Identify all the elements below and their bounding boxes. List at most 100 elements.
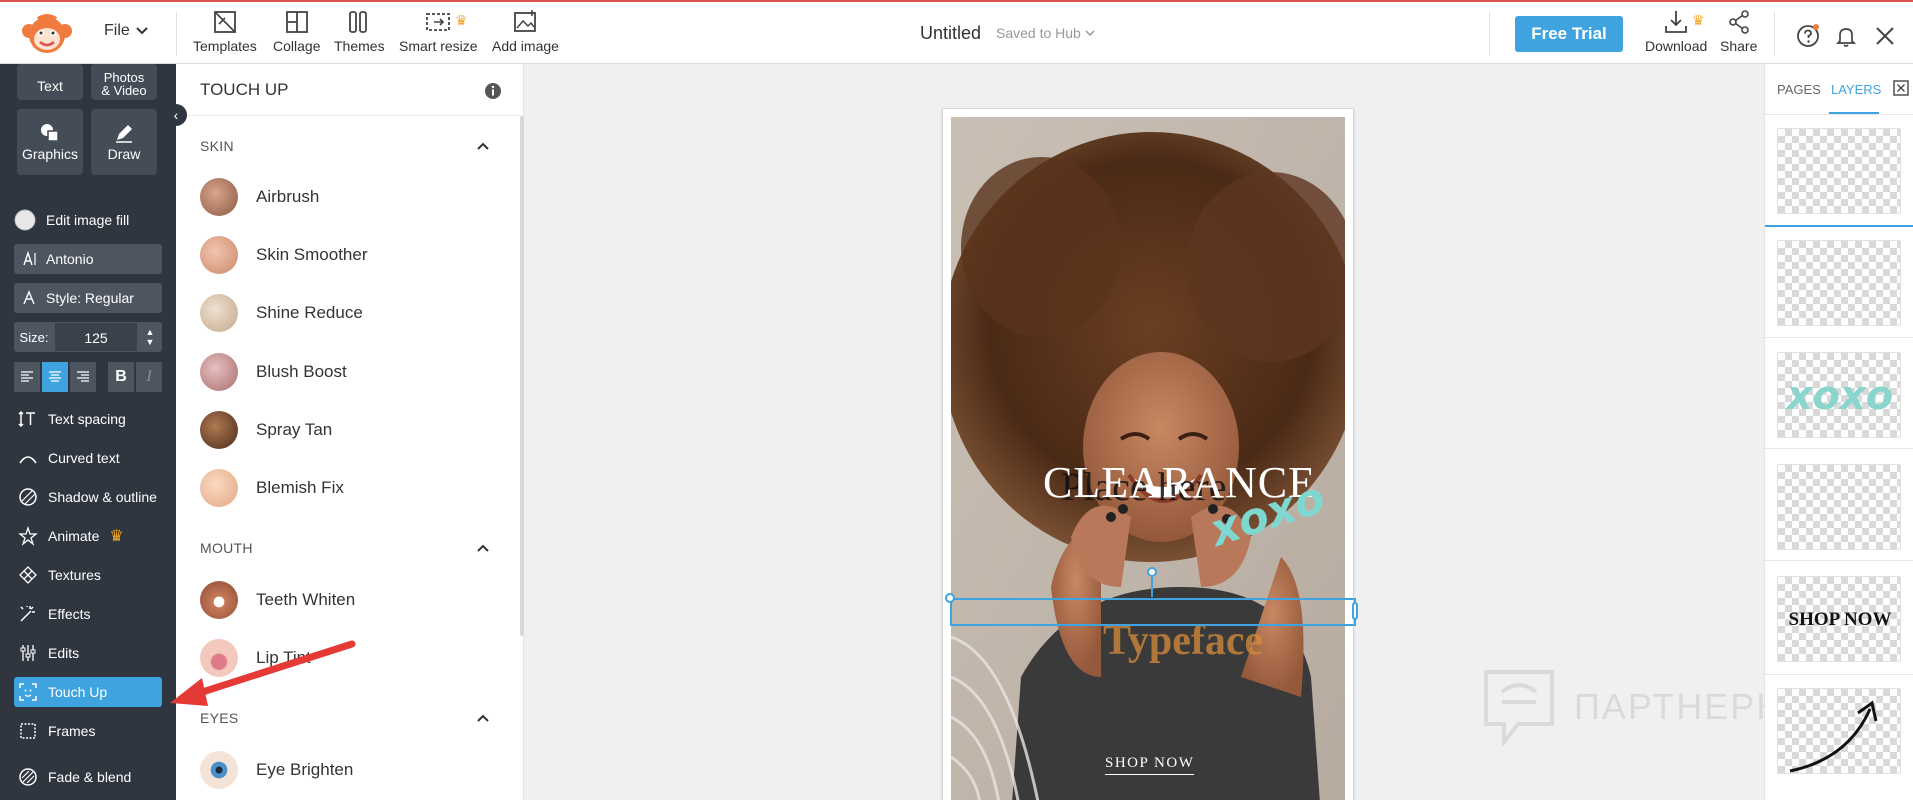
layer-thumbnail[interactable] xyxy=(1777,240,1901,326)
touch-up-face-icon xyxy=(19,683,37,701)
tool-blush-boost[interactable]: Blush Boost xyxy=(200,352,347,392)
help-icon[interactable] xyxy=(1796,24,1820,48)
selection-handle-left[interactable] xyxy=(945,593,955,603)
tab-layers[interactable]: LAYERS xyxy=(1831,82,1881,97)
sidebar-item-fade-blend[interactable]: Fade & blend xyxy=(14,762,162,792)
layer-preview: SHOP NOW xyxy=(1778,577,1900,661)
free-trial-button[interactable]: Free Trial xyxy=(1515,16,1623,52)
font-selector[interactable]: Antonio xyxy=(14,244,162,274)
tool-spray-tan[interactable]: Spray Tan xyxy=(200,410,332,450)
section-title: SKIN xyxy=(200,138,234,154)
rotate-handle[interactable] xyxy=(1147,567,1157,577)
file-menu-label: File xyxy=(104,22,130,39)
section-header-skin[interactable]: SKIN xyxy=(200,138,490,154)
add-image-button[interactable]: Add image xyxy=(492,8,559,54)
sidebar-item-effects[interactable]: Effects xyxy=(14,599,162,629)
sidebar-item-text-spacing[interactable]: Text spacing xyxy=(14,404,162,434)
share-icon xyxy=(1728,10,1749,34)
close-panel-icon[interactable] xyxy=(1893,80,1909,96)
tab-pages[interactable]: PAGES xyxy=(1777,82,1821,97)
sidebar-item-label: Touch Up xyxy=(48,684,108,700)
sidebar-item-label: Fade & blend xyxy=(48,769,132,785)
divider xyxy=(1765,674,1913,675)
tool-blemish-fix[interactable]: Blemish Fix xyxy=(200,468,344,508)
section-header-mouth[interactable]: MOUTH xyxy=(200,540,490,556)
sidebar-item-animate[interactable]: Animate ♛ xyxy=(14,521,162,551)
font-style-selector[interactable]: Style: Regular xyxy=(14,283,162,313)
align-center-button[interactable] xyxy=(42,362,68,392)
chevron-down-icon[interactable]: ▼ xyxy=(146,337,155,347)
templates-button[interactable]: Templates xyxy=(193,8,257,54)
sidebar-item-textures[interactable]: Textures xyxy=(14,560,162,590)
document-title[interactable]: Untitled xyxy=(920,23,981,44)
canvas-cta-text[interactable]: SHOP NOW xyxy=(1105,755,1195,775)
divider xyxy=(1774,12,1775,56)
tool-airbrush[interactable]: Airbrush xyxy=(200,177,319,217)
font-icon xyxy=(23,251,36,266)
share-button[interactable]: Share xyxy=(1720,8,1757,54)
close-icon[interactable] xyxy=(1873,24,1897,48)
draw-button[interactable]: Draw xyxy=(91,109,157,175)
font-size-stepper[interactable]: ▲ ▼ xyxy=(138,322,162,352)
text-tool-button[interactable]: Text xyxy=(17,64,83,100)
align-center-icon xyxy=(49,371,61,382)
themes-button[interactable]: Themes xyxy=(334,8,385,54)
section-header-eyes[interactable]: EYES xyxy=(200,710,490,726)
tool-eye-brighten[interactable]: Eye Brighten xyxy=(200,750,353,790)
sidebar-item-curved-text[interactable]: Curved text xyxy=(14,443,162,473)
sidebar-item-shadow-outline[interactable]: Shadow & outline xyxy=(14,482,162,512)
sidebar-item-edits[interactable]: Edits xyxy=(14,638,162,668)
font-label: Antonio xyxy=(46,251,94,267)
layer-thumbnail[interactable]: xoxo xyxy=(1777,352,1901,438)
font-style-icon xyxy=(23,290,35,305)
notifications-bell-icon[interactable] xyxy=(1834,24,1858,48)
add-image-label: Add image xyxy=(492,38,559,54)
design-page[interactable]: Place here CLEARANCE xoxo Typeface SHOP … xyxy=(942,108,1354,800)
graphics-button[interactable]: Graphics xyxy=(17,109,83,175)
italic-button[interactable]: I xyxy=(136,362,162,392)
collage-label: Collage xyxy=(273,38,321,54)
tool-skin-smoother[interactable]: Skin Smoother xyxy=(200,235,368,275)
file-menu[interactable]: File xyxy=(104,22,148,40)
layer-thumbnail[interactable] xyxy=(1777,464,1901,550)
panel-title: TOUCH UP xyxy=(200,80,289,99)
collapse-sidebar-button[interactable]: ‹ xyxy=(165,104,187,126)
sidebar-item-frames[interactable]: Frames xyxy=(14,716,162,746)
saved-status-dropdown[interactable]: Saved to Hub xyxy=(996,25,1095,41)
layer-thumbnail[interactable]: SHOP NOW xyxy=(1777,576,1901,662)
background-photo[interactable]: Place here CLEARANCE xoxo Typeface SHOP … xyxy=(951,117,1345,800)
text-selection-box[interactable] xyxy=(950,598,1356,626)
layer-thumbnail[interactable] xyxy=(1777,128,1901,214)
frames-icon xyxy=(20,723,36,739)
sidebar-item-label: Text spacing xyxy=(48,411,126,427)
templates-icon xyxy=(214,11,236,33)
download-button[interactable]: Download ♛ xyxy=(1645,8,1707,54)
tool-teeth-whiten[interactable]: Teeth Whiten xyxy=(200,580,355,620)
selection-handle-right[interactable] xyxy=(1352,602,1358,620)
smart-resize-button[interactable]: Smart resize ♛ xyxy=(399,8,478,54)
layer-preview: xoxo xyxy=(1778,353,1900,437)
chevron-up-icon[interactable]: ▲ xyxy=(146,327,155,337)
download-label: Download xyxy=(1645,38,1708,54)
info-icon[interactable] xyxy=(484,82,502,100)
download-icon xyxy=(1665,11,1688,33)
picmonkey-logo-icon[interactable] xyxy=(16,11,78,55)
layer-thumbnail[interactable] xyxy=(1777,688,1901,774)
font-style-label: Style: Regular xyxy=(46,290,134,306)
collage-button[interactable]: Collage xyxy=(273,8,320,54)
photos-video-button[interactable]: Photos & Video xyxy=(91,64,157,100)
align-left-button[interactable] xyxy=(14,362,40,392)
align-right-button[interactable] xyxy=(70,362,96,392)
tool-label: Shine Reduce xyxy=(256,303,363,322)
edit-image-fill-button[interactable]: Edit image fill xyxy=(14,205,129,235)
spray-tan-thumbnail xyxy=(200,411,238,449)
sidebar-item-touch-up[interactable]: Touch Up xyxy=(14,677,162,707)
tool-shine-reduce[interactable]: Shine Reduce xyxy=(200,293,363,333)
font-size-input[interactable]: 125 xyxy=(54,322,138,352)
font-size-label: Size: xyxy=(14,322,54,352)
bold-button[interactable]: B xyxy=(108,362,134,392)
blemish-fix-thumbnail xyxy=(200,469,238,507)
textures-icon xyxy=(19,566,37,584)
text-spacing-icon xyxy=(18,410,35,428)
text-format-group: B I xyxy=(108,362,162,392)
